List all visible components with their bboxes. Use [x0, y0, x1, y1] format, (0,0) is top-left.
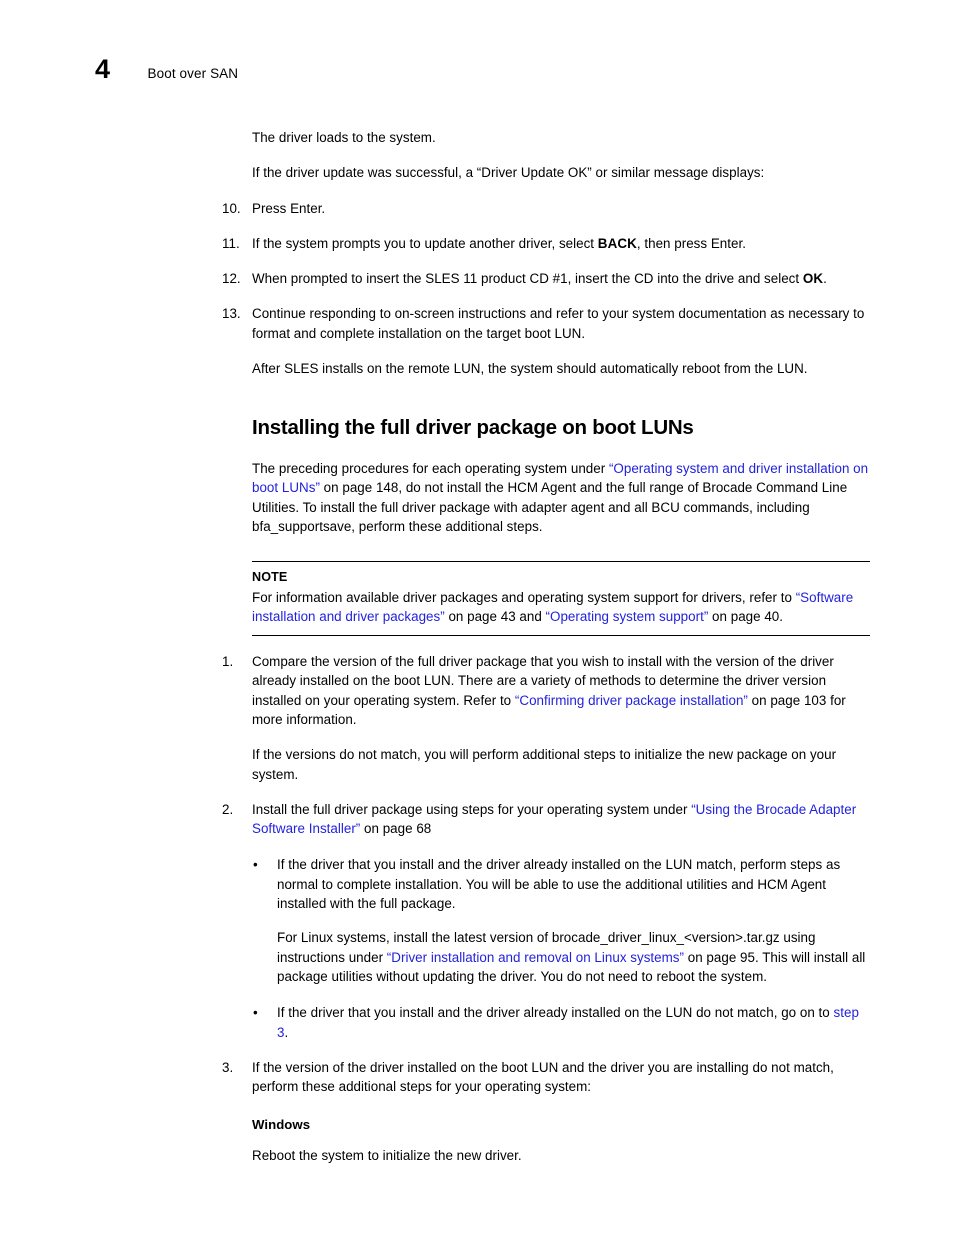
list-item: 3. If the version of the driver installe… — [222, 1058, 870, 1097]
paragraph-driver-update-message: If the driver update was successful, a “… — [252, 165, 765, 181]
paragraph-versions-do-not-match: If the versions do not match, you will p… — [252, 747, 837, 782]
text-run: If the driver that you install and the d… — [277, 1005, 834, 1021]
note-body: For information available driver package… — [252, 588, 870, 627]
keyword-ok: OK — [802, 271, 824, 287]
paragraph-reboot-system: Reboot the system to initialize the new … — [252, 1148, 522, 1164]
cross-reference-link[interactable]: “Operating system support” — [546, 609, 709, 624]
list-marker: 1. — [222, 654, 234, 670]
text-run: The preceding procedures for each operat… — [252, 460, 609, 476]
section-heading: Installing the full driver package on bo… — [252, 416, 694, 440]
text-run: on page 148, do not install the HCM Agen… — [252, 480, 848, 534]
list-marker: 12. — [222, 271, 241, 287]
text-run: When prompted to insert the SLES 11 prod… — [252, 271, 803, 287]
list-item-text: If the system prompts you to update anot… — [252, 234, 870, 253]
page-content: The driver loads to the system. If the d… — [222, 128, 870, 1166]
list-marker: 13. — [222, 306, 241, 322]
text-run: on page 68 — [360, 821, 432, 837]
bullet-icon: • — [253, 857, 258, 873]
list-item-text: Install the full driver package using st… — [252, 800, 870, 839]
list-item-text: Press Enter. — [252, 200, 326, 216]
list-marker: 11. — [222, 235, 240, 251]
page-running-header: 4 Boot over SAN — [95, 56, 238, 83]
paragraph-section-intro: The preceding procedures for each operat… — [252, 459, 870, 536]
bullet-list: • If the driver that you install and the… — [252, 855, 870, 1041]
text-run: If the system prompts you to update anot… — [252, 235, 598, 251]
list-marker: 2. — [222, 801, 234, 817]
paragraph-linux-systems: For Linux systems, install the latest ve… — [277, 928, 870, 986]
text-run: , then press Enter. — [636, 235, 746, 251]
note-label: NOTE — [252, 570, 288, 585]
text-run: on page 40. — [708, 608, 784, 624]
paragraph-after-sles-installs: After SLES installs on the remote LUN, t… — [252, 361, 808, 377]
text-run: . — [284, 1024, 289, 1040]
text-run: on page 43 and — [444, 608, 546, 624]
list-item: • If the driver that you install and the… — [252, 1003, 870, 1042]
list-item: 1. Compare the version of the full drive… — [222, 652, 870, 729]
list-marker: 10. — [222, 200, 241, 216]
list-item: 12. When prompted to insert the SLES 11 … — [222, 269, 870, 288]
keyword-back: BACK — [597, 235, 637, 251]
note-block: NOTE For information available driver pa… — [252, 561, 870, 637]
os-subheading-windows: Windows — [252, 1117, 311, 1133]
list-item: 10. Press Enter. — [222, 199, 870, 218]
list-item-text: Compare the version of the full driver p… — [252, 652, 870, 729]
cross-reference-link[interactable]: “Driver installation and removal on Linu… — [387, 950, 684, 965]
list-item-text: Continue responding to on-screen instruc… — [252, 306, 865, 341]
chapter-title: Boot over SAN — [147, 66, 239, 81]
list-item: 2. Install the full driver package using… — [222, 800, 870, 839]
list-item-text: If the version of the driver installed o… — [252, 1059, 834, 1095]
text-run: Install the full driver package using st… — [252, 801, 692, 817]
list-item: • If the driver that you install and the… — [252, 855, 870, 913]
list-item: 13. Continue responding to on-screen ins… — [222, 304, 870, 343]
text-run: . — [823, 271, 827, 287]
list-marker: 3. — [222, 1059, 234, 1075]
list-item-text: If the driver that you install and the d… — [277, 1003, 870, 1042]
chapter-number: 4 — [95, 54, 110, 84]
list-item: 11. If the system prompts you to update … — [222, 234, 870, 253]
list-item-text: If the driver that you install and the d… — [277, 857, 841, 912]
cross-reference-link[interactable]: “Confirming driver package installation” — [515, 693, 748, 708]
list-item-text: When prompted to insert the SLES 11 prod… — [252, 269, 870, 288]
paragraph-driver-loads: The driver loads to the system. — [252, 130, 436, 145]
text-run: For information available driver package… — [252, 589, 796, 605]
bullet-icon: • — [253, 1005, 258, 1021]
